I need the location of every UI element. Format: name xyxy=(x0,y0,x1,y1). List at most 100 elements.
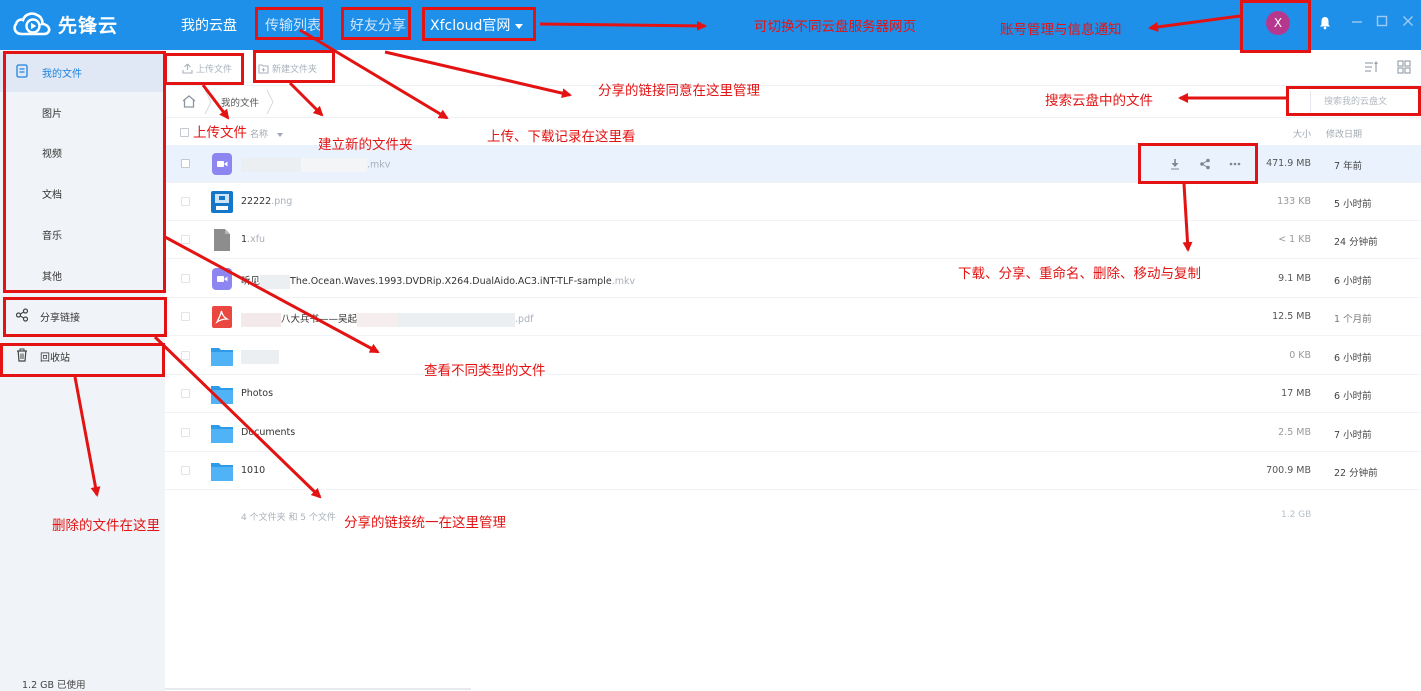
row-checkbox[interactable] xyxy=(181,159,190,168)
row-checkbox[interactable] xyxy=(181,466,190,475)
breadcrumb-bar: 我的文件 xyxy=(165,86,1421,118)
file-size: < 1 KB xyxy=(1278,234,1311,245)
home-icon[interactable] xyxy=(181,94,197,109)
annotation-box xyxy=(1286,86,1421,116)
file-name: Documents xyxy=(241,427,296,438)
row-checkbox[interactable] xyxy=(181,312,190,321)
file-name xyxy=(241,350,279,364)
table-row[interactable]: 0 KB 6 小时前 xyxy=(165,337,1421,375)
file-date: 24 分钟前 xyxy=(1334,237,1378,248)
file-name: 1010 xyxy=(241,465,266,476)
file-name: 听见 The.Ocean.Waves.1993.DVDRip.X264.DualA… xyxy=(241,274,636,289)
items-summary: 4 个文件夹 和 5 个文件 xyxy=(241,513,336,523)
close-icon[interactable] xyxy=(1401,14,1415,28)
folder-icon xyxy=(211,348,233,366)
file-size: 700.9 MB xyxy=(1266,465,1311,476)
row-checkbox[interactable] xyxy=(181,274,190,283)
annotation-box xyxy=(255,7,323,40)
file-name: 22222.png xyxy=(241,196,293,207)
folder-icon xyxy=(211,425,233,443)
annotation-box xyxy=(341,7,411,40)
annotation-box xyxy=(422,7,536,41)
bell-icon[interactable] xyxy=(1318,15,1332,31)
top-bar: 先锋云 我的云盘 传输列表 好友分享 Xfcloud官网 X xyxy=(0,0,1421,50)
redacted-block xyxy=(241,350,279,364)
redacted-block xyxy=(260,274,291,289)
breadcrumb-separator-icon xyxy=(266,89,274,115)
select-all-checkbox[interactable] xyxy=(180,128,189,137)
file-date: 1 个月前 xyxy=(1334,314,1372,325)
table-row[interactable]: 22222.png 133 KB 5 小时前 xyxy=(165,183,1421,221)
file-size: 9.1 MB xyxy=(1278,273,1311,284)
table-row[interactable]: 听见 The.Ocean.Waves.1993.DVDRip.X264.DualA… xyxy=(165,260,1421,298)
table-row[interactable]: 1.xfu < 1 KB 24 分钟前 xyxy=(165,221,1421,259)
grid-view-icon[interactable] xyxy=(1397,60,1411,74)
table-row[interactable]: Photos 17 MB 6 小时前 xyxy=(165,375,1421,413)
table-row[interactable]: 1010 700.9 MB 22 分钟前 xyxy=(165,452,1421,490)
annotation-box xyxy=(0,343,165,377)
folder-icon xyxy=(211,463,233,481)
file-date: 6 小时前 xyxy=(1334,276,1372,287)
column-name-header[interactable]: 名称 xyxy=(250,127,283,140)
file-size: 133 KB xyxy=(1277,196,1311,207)
annotation-switch-site: 可切换不同云盘服务器网页 xyxy=(754,19,916,35)
column-name-label: 名称 xyxy=(250,130,269,140)
annotation-share-manage-top: 分享的链接同意在这里管理 xyxy=(598,83,760,99)
file-size: 471.9 MB xyxy=(1266,158,1311,169)
image-file-icon xyxy=(211,191,233,213)
table-row[interactable]: 八大兵书——吴起 .pdf 12.5 MB 1 个月前 xyxy=(165,298,1421,336)
annotation-file-actions: 下载、分享、重命名、删除、移动与复制 xyxy=(958,266,1201,282)
annotation-box xyxy=(164,53,244,85)
pdf-file-icon xyxy=(212,306,232,328)
row-checkbox[interactable] xyxy=(181,389,190,398)
file-size: 0 KB xyxy=(1289,350,1311,361)
row-checkbox[interactable] xyxy=(181,197,190,206)
file-date: 6 小时前 xyxy=(1334,353,1372,364)
file-name: 1.xfu xyxy=(241,234,266,245)
redacted-block xyxy=(241,158,301,172)
app-logo[interactable]: 先锋云 xyxy=(12,8,118,40)
annotation-box xyxy=(1138,143,1258,184)
breadcrumb[interactable]: 我的文件 xyxy=(221,95,259,109)
column-size-header[interactable]: 大小 xyxy=(1293,127,1311,140)
annotation-upload: 上传文件 xyxy=(193,125,247,141)
minimize-icon[interactable] xyxy=(1350,14,1364,28)
redacted-block xyxy=(301,158,367,172)
file-date: 22 分钟前 xyxy=(1334,468,1378,479)
redacted-block xyxy=(397,312,516,327)
folder-icon xyxy=(211,386,233,404)
generic-file-icon xyxy=(214,229,230,251)
table-row[interactable]: Documents 2.5 MB 7 小时前 xyxy=(165,414,1421,452)
cloud-play-icon xyxy=(13,12,51,36)
maximize-icon[interactable] xyxy=(1375,14,1389,28)
annotation-recycle: 删除的文件在这里 xyxy=(52,518,160,534)
breadcrumb-separator-icon xyxy=(204,89,212,115)
sort-icon[interactable] xyxy=(1364,60,1378,74)
toolbar: 上传文件 新建文件夹 xyxy=(165,50,1421,86)
annotation-box xyxy=(3,297,167,337)
file-size: 2.5 MB xyxy=(1278,427,1311,438)
app-name: 先锋云 xyxy=(58,14,119,37)
row-checkbox[interactable] xyxy=(181,428,190,437)
redacted-block xyxy=(357,312,398,327)
total-size: 1.2 GB xyxy=(1281,510,1312,520)
redacted-block xyxy=(241,312,281,327)
scrollbar-track[interactable] xyxy=(165,688,471,690)
file-date: 6 小时前 xyxy=(1334,391,1372,402)
file-size: 17 MB xyxy=(1281,388,1311,399)
annotation-search: 搜索云盘中的文件 xyxy=(1045,93,1153,109)
row-checkbox[interactable] xyxy=(181,351,190,360)
sort-caret-icon xyxy=(276,132,283,137)
file-name: Photos xyxy=(241,388,274,399)
annotation-file-types: 查看不同类型的文件 xyxy=(424,363,546,379)
row-checkbox[interactable] xyxy=(181,235,190,244)
annotation-transfer-record: 上传、下载记录在这里看 xyxy=(487,129,636,145)
file-date: 7 小时前 xyxy=(1334,430,1372,441)
column-date-header[interactable]: 修改日期 xyxy=(1326,127,1362,140)
storage-usage: 1.2 GB 已使用 xyxy=(22,680,86,691)
file-size: 12.5 MB xyxy=(1272,311,1311,322)
nav-my-cloud[interactable]: 我的云盘 xyxy=(181,0,237,50)
video-file-icon xyxy=(212,153,232,175)
file-date: 5 小时前 xyxy=(1334,199,1372,210)
annotation-box xyxy=(253,50,335,83)
